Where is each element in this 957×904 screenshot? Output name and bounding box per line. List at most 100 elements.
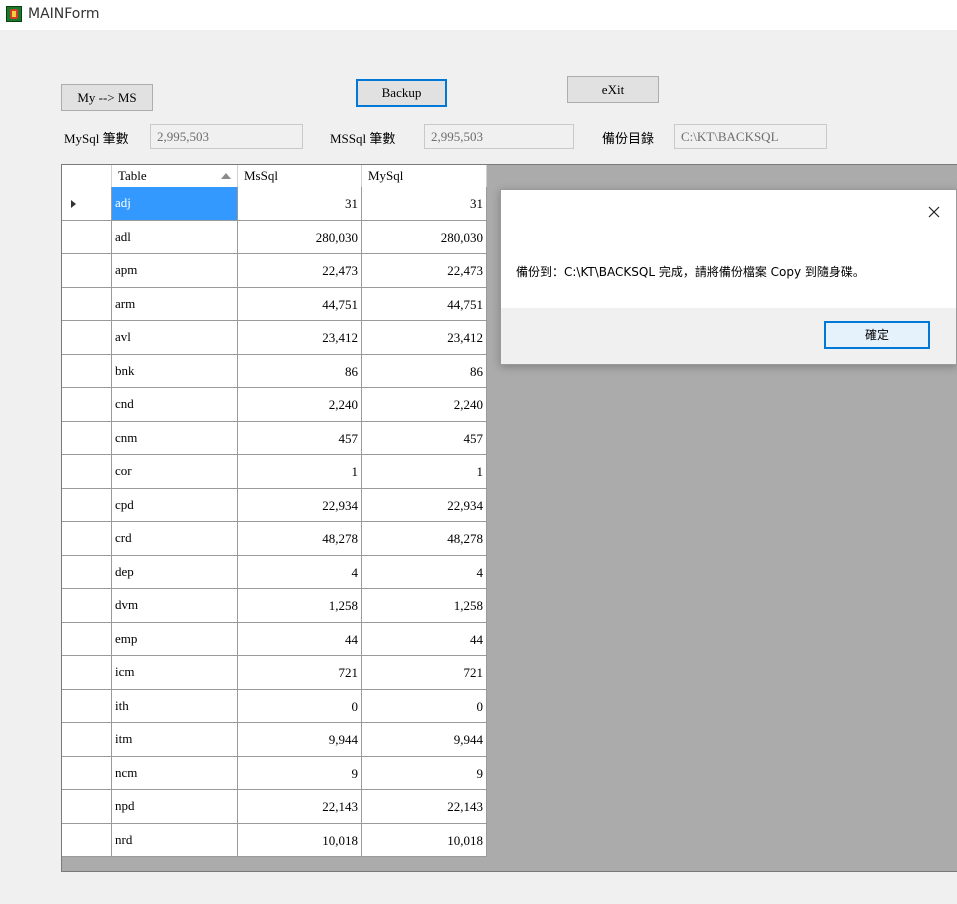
cell-table-name[interactable]: crd <box>112 522 238 556</box>
cell-table-name[interactable]: npd <box>112 790 238 824</box>
cell-mssql-count[interactable]: 2,240 <box>238 388 362 422</box>
cell-mssql-count[interactable]: 721 <box>238 656 362 690</box>
table-row[interactable]: cpd 22,934 22,934 <box>62 488 487 522</box>
row-header[interactable] <box>62 321 112 355</box>
table-row[interactable]: nrd 10,018 10,018 <box>62 823 487 857</box>
cell-mssql-count[interactable]: 22,143 <box>238 790 362 824</box>
table-row[interactable]: cnd 2,240 2,240 <box>62 388 487 422</box>
cell-mysql-count[interactable]: 23,412 <box>362 321 487 355</box>
table-row[interactable]: bnk 86 86 <box>62 354 487 388</box>
cell-table-name[interactable]: arm <box>112 287 238 321</box>
table-row[interactable]: emp 44 44 <box>62 622 487 656</box>
cell-mssql-count[interactable]: 457 <box>238 421 362 455</box>
exit-button[interactable]: eXit <box>567 76 659 103</box>
mssql-count-field[interactable]: 2,995,503 <box>424 124 574 149</box>
cell-mssql-count[interactable]: 9,944 <box>238 723 362 757</box>
cell-table-name[interactable]: emp <box>112 622 238 656</box>
table-row[interactable]: adj 31 31 <box>62 187 487 221</box>
ok-button[interactable]: 確定 <box>824 321 930 349</box>
cell-mssql-count[interactable]: 22,934 <box>238 488 362 522</box>
cell-mysql-count[interactable]: 0 <box>362 689 487 723</box>
row-header[interactable] <box>62 689 112 723</box>
cell-mssql-count[interactable]: 1,258 <box>238 589 362 623</box>
table-row[interactable]: cor 1 1 <box>62 455 487 489</box>
cell-mssql-count[interactable]: 22,473 <box>238 254 362 288</box>
cell-table-name[interactable]: nrd <box>112 823 238 857</box>
row-header[interactable] <box>62 287 112 321</box>
cell-table-name[interactable]: apm <box>112 254 238 288</box>
row-header[interactable] <box>62 220 112 254</box>
table-row[interactable]: ncm 9 9 <box>62 756 487 790</box>
cell-table-name[interactable]: avl <box>112 321 238 355</box>
cell-mysql-count[interactable]: 9 <box>362 756 487 790</box>
cell-mssql-count[interactable]: 44 <box>238 622 362 656</box>
row-header[interactable] <box>62 589 112 623</box>
row-header[interactable] <box>62 622 112 656</box>
table-row[interactable]: dep 4 4 <box>62 555 487 589</box>
cell-mysql-count[interactable]: 86 <box>362 354 487 388</box>
cell-mssql-count[interactable]: 280,030 <box>238 220 362 254</box>
cell-mssql-count[interactable]: 1 <box>238 455 362 489</box>
row-header[interactable] <box>62 823 112 857</box>
cell-table-name[interactable]: adl <box>112 220 238 254</box>
cell-table-name[interactable]: icm <box>112 656 238 690</box>
cell-table-name[interactable]: cnm <box>112 421 238 455</box>
cell-table-name[interactable]: cor <box>112 455 238 489</box>
my-to-ms-button[interactable]: My --> MS <box>61 84 153 111</box>
cell-table-name[interactable]: ith <box>112 689 238 723</box>
row-header[interactable] <box>62 723 112 757</box>
cell-mssql-count[interactable]: 0 <box>238 689 362 723</box>
cell-mysql-count[interactable]: 4 <box>362 555 487 589</box>
table-row[interactable]: npd 22,143 22,143 <box>62 790 487 824</box>
column-header-mssql[interactable]: MsSql <box>238 165 362 187</box>
row-header[interactable] <box>62 790 112 824</box>
cell-table-name[interactable]: bnk <box>112 354 238 388</box>
cell-mssql-count[interactable]: 48,278 <box>238 522 362 556</box>
cell-table-name[interactable]: ncm <box>112 756 238 790</box>
cell-mysql-count[interactable]: 457 <box>362 421 487 455</box>
cell-table-name[interactable]: dep <box>112 555 238 589</box>
table-row[interactable]: adl 280,030 280,030 <box>62 220 487 254</box>
table-row[interactable]: arm 44,751 44,751 <box>62 287 487 321</box>
row-header[interactable] <box>62 187 112 221</box>
table-row[interactable]: apm 22,473 22,473 <box>62 254 487 288</box>
table-row[interactable]: ith 0 0 <box>62 689 487 723</box>
table-row[interactable]: itm 9,944 9,944 <box>62 723 487 757</box>
cell-mssql-count[interactable]: 23,412 <box>238 321 362 355</box>
table-row[interactable]: crd 48,278 48,278 <box>62 522 487 556</box>
table-row[interactable]: dvm 1,258 1,258 <box>62 589 487 623</box>
row-header[interactable] <box>62 555 112 589</box>
row-header[interactable] <box>62 522 112 556</box>
cell-mysql-count[interactable]: 44 <box>362 622 487 656</box>
cell-table-name[interactable]: cnd <box>112 388 238 422</box>
backup-button[interactable]: Backup <box>356 79 447 107</box>
backup-dir-field[interactable]: C:\KT\BACKSQL <box>674 124 827 149</box>
row-header[interactable] <box>62 388 112 422</box>
row-header[interactable] <box>62 756 112 790</box>
cell-mssql-count[interactable]: 44,751 <box>238 287 362 321</box>
table-row[interactable]: avl 23,412 23,412 <box>62 321 487 355</box>
mysql-count-field[interactable]: 2,995,503 <box>150 124 303 149</box>
cell-mysql-count[interactable]: 10,018 <box>362 823 487 857</box>
cell-mysql-count[interactable]: 721 <box>362 656 487 690</box>
close-icon[interactable] <box>926 204 942 220</box>
cell-mssql-count[interactable]: 31 <box>238 187 362 221</box>
row-header[interactable] <box>62 354 112 388</box>
cell-mysql-count[interactable]: 44,751 <box>362 287 487 321</box>
column-header-mysql[interactable]: MySql <box>362 165 487 187</box>
row-header[interactable] <box>62 421 112 455</box>
cell-table-name[interactable]: itm <box>112 723 238 757</box>
cell-mysql-count[interactable]: 2,240 <box>362 388 487 422</box>
cell-mssql-count[interactable]: 86 <box>238 354 362 388</box>
row-header[interactable] <box>62 488 112 522</box>
cell-table-name[interactable]: adj <box>112 187 238 221</box>
cell-mssql-count[interactable]: 10,018 <box>238 823 362 857</box>
cell-mysql-count[interactable]: 48,278 <box>362 522 487 556</box>
table-row[interactable]: icm 721 721 <box>62 656 487 690</box>
cell-mysql-count[interactable]: 22,143 <box>362 790 487 824</box>
cell-table-name[interactable]: cpd <box>112 488 238 522</box>
row-header[interactable] <box>62 656 112 690</box>
table-row[interactable]: cnm 457 457 <box>62 421 487 455</box>
cell-mysql-count[interactable]: 1 <box>362 455 487 489</box>
row-header[interactable] <box>62 254 112 288</box>
